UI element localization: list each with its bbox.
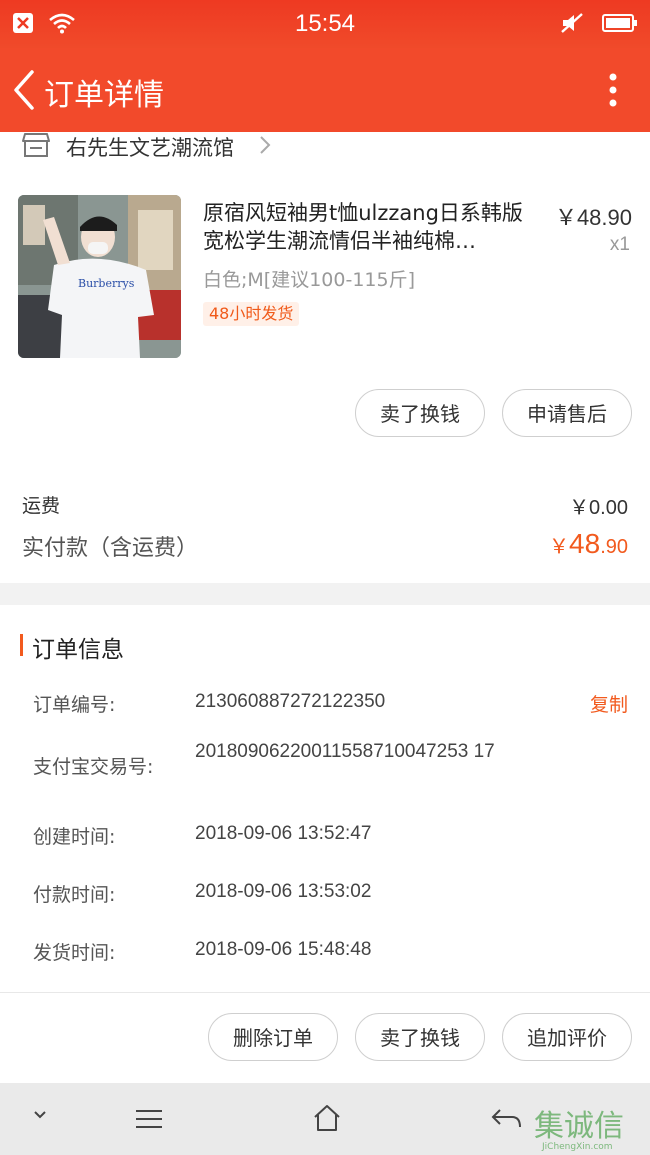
paid-amount-value: ￥48.90 — [549, 528, 628, 560]
shop-name: 右先生文艺潮流馆 — [66, 136, 234, 160]
after-sale-button[interactable]: 申请售后 — [502, 389, 632, 437]
watermark-cn: 集诚信 — [534, 1109, 624, 1144]
alipay-trade-label: 支付宝交易号: — [33, 756, 154, 778]
shipping-fee-label: 运费 — [22, 495, 61, 517]
status-bar: 15:54 — [0, 0, 650, 48]
currency-symbol: ￥ — [549, 536, 570, 558]
sell-for-cash-bottom-button[interactable]: 卖了换钱 — [355, 1013, 485, 1061]
status-right-icons — [560, 12, 638, 34]
status-time: 15:54 — [294, 10, 356, 37]
product-image[interactable]: Burberrys — [18, 195, 181, 358]
order-info-title: 订单信息 — [32, 637, 124, 663]
shipped-time-label: 发货时间: — [33, 942, 116, 964]
menu-icon[interactable] — [134, 1107, 164, 1131]
paid-amount-integer: 48 — [569, 528, 601, 559]
copy-button[interactable]: 复制 — [590, 690, 628, 717]
more-options-icon[interactable] — [606, 72, 620, 108]
shop-row[interactable]: 右先生文艺潮流馆 — [0, 132, 650, 162]
product-title[interactable]: 原宿风短袖男t恤ulzzang日系韩版宽松学生潮流情侣半袖纯棉… — [203, 199, 533, 255]
site-watermark-logo: 集诚信 JiChengXin.com — [532, 1102, 644, 1152]
section-separator — [0, 583, 650, 605]
add-review-button[interactable]: 追加评价 — [502, 1013, 632, 1061]
store-icon — [22, 133, 50, 157]
back-arrow-icon[interactable] — [10, 68, 40, 112]
alipay-trade-value: 20180906220011558710047253 17 — [195, 741, 495, 762]
home-icon[interactable] — [312, 1103, 342, 1133]
chevron-right-icon — [260, 136, 271, 154]
product-photo: Burberrys — [18, 195, 181, 358]
shipping-tag: 48小时发货 — [203, 302, 300, 326]
shipped-time-value: 2018-09-06 15:48:48 — [195, 939, 372, 960]
watermark-en: JiChengXin.com — [541, 1142, 613, 1152]
shirt-print-text: Burberrys — [78, 277, 135, 290]
order-number-value: 213060887272122350 — [195, 691, 386, 712]
paid-amount-label: 实付款（含运费） — [22, 536, 199, 561]
shipping-fee-value: ￥0.00 — [569, 497, 628, 519]
collapse-chevron-icon[interactable] — [32, 1109, 48, 1121]
mute-icon — [561, 13, 583, 33]
product-quantity: x1 — [609, 234, 630, 255]
product-price: ￥48.90 — [554, 205, 632, 230]
back-icon[interactable] — [490, 1107, 522, 1131]
section-accent-bar — [20, 634, 23, 656]
nav-bar: 订单详情 — [0, 48, 650, 132]
paid-amount-decimal: .90 — [600, 536, 628, 558]
page-title: 订单详情 — [44, 78, 164, 113]
paid-time-value: 2018-09-06 13:53:02 — [195, 881, 372, 902]
created-time-label: 创建时间: — [33, 826, 116, 848]
created-time-value: 2018-09-06 13:52:47 — [195, 823, 372, 844]
delete-order-button[interactable]: 删除订单 — [208, 1013, 338, 1061]
paid-time-label: 付款时间: — [33, 884, 116, 906]
sell-for-cash-button[interactable]: 卖了换钱 — [355, 389, 485, 437]
battery-icon — [602, 14, 637, 32]
divider — [0, 992, 650, 993]
product-sku: 白色;M[建议100-115斤] — [203, 269, 416, 291]
order-number-label: 订单编号: — [33, 694, 116, 716]
